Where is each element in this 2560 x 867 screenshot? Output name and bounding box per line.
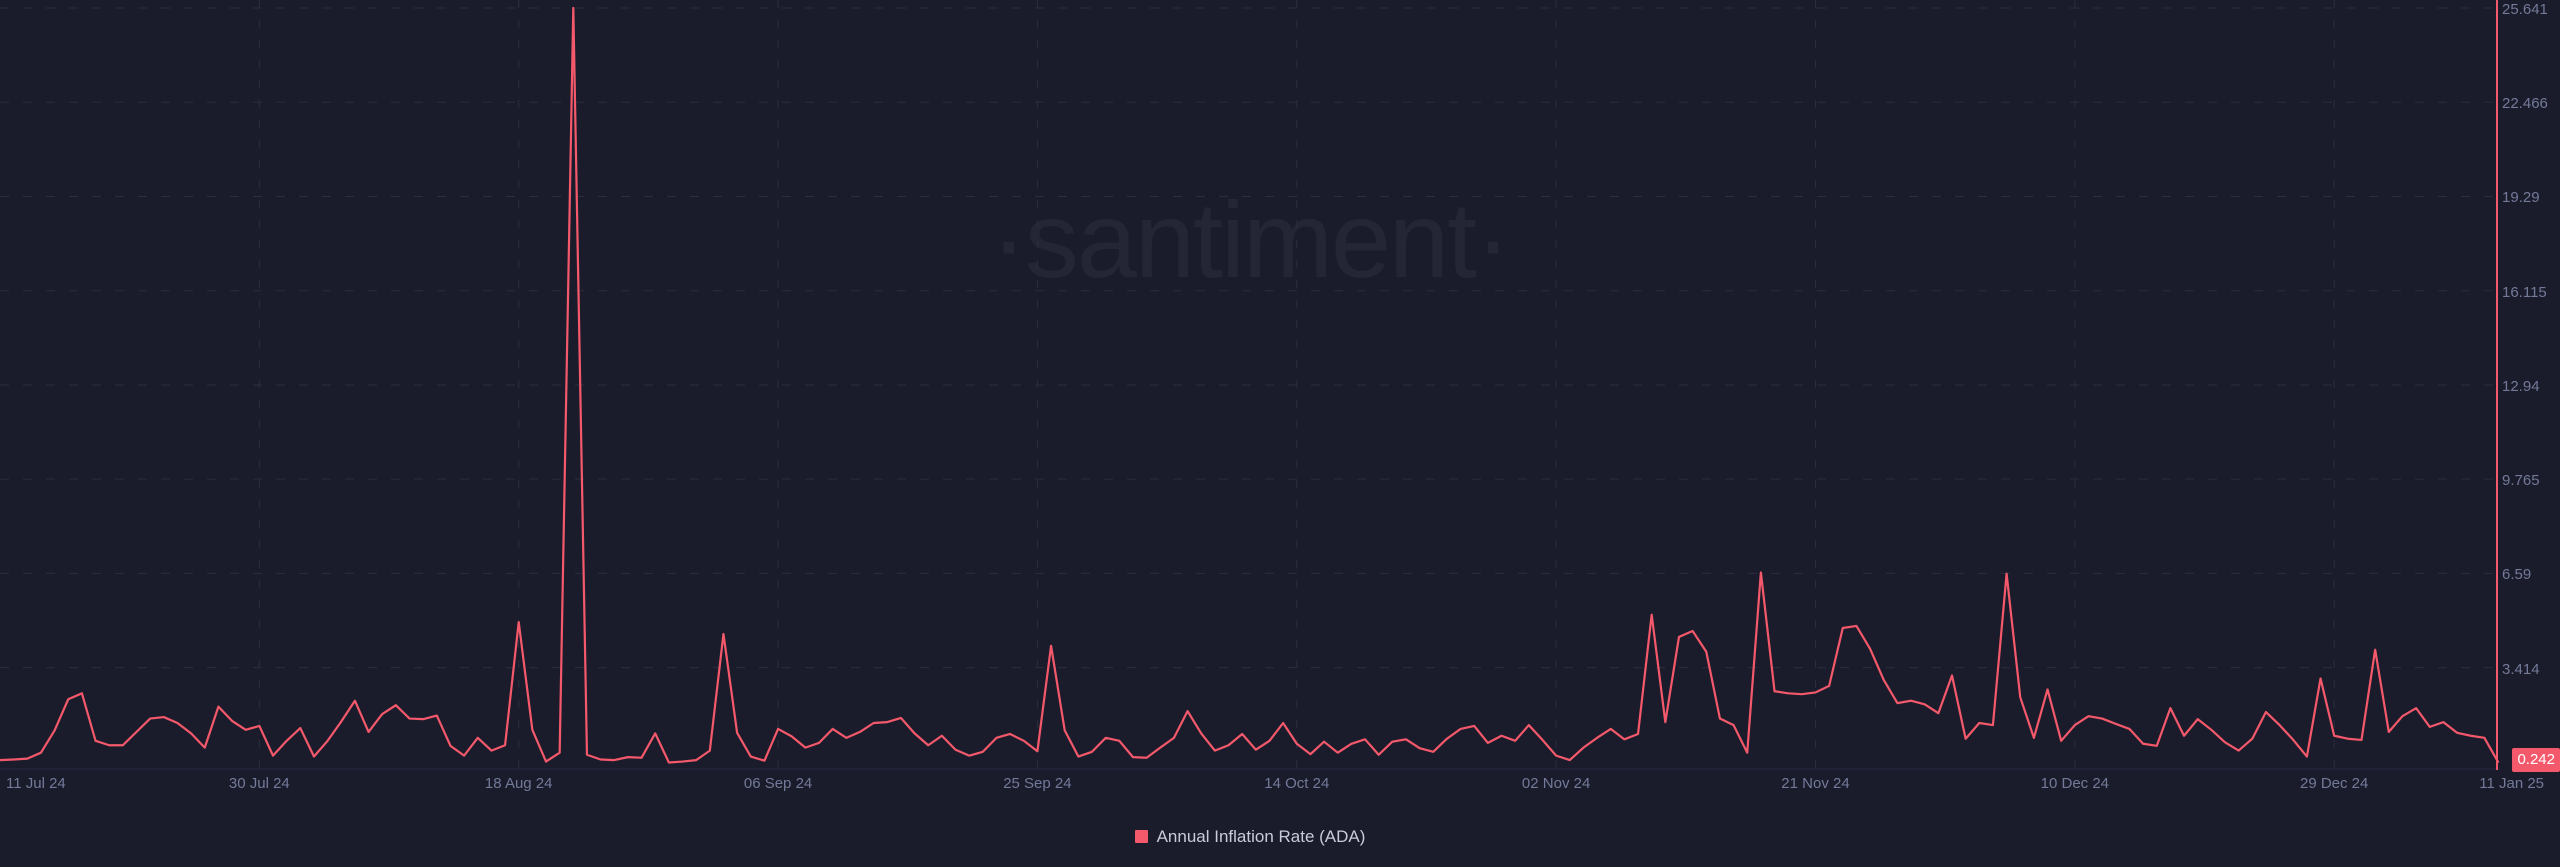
x-axis-tick-label: 02 Nov 24 bbox=[1521, 775, 1591, 792]
chart-legend[interactable]: Annual Inflation Rate (ADA) bbox=[0, 828, 2560, 845]
chart-page: ·santiment· 25.641 22.466 19.29 16.115 12.94… bbox=[0, 0, 2560, 867]
y-axis-tick-label: 22.466 bbox=[2502, 95, 2548, 113]
x-axis-tick-label: 06 Sep 24 bbox=[743, 775, 813, 792]
line-chart-svg[interactable] bbox=[0, 0, 2500, 770]
y-axis-tick-label: 6.59 bbox=[2502, 566, 2532, 584]
y-axis-tick-label: 9.765 bbox=[2502, 472, 2540, 490]
x-axis: 11 Jul 24 30 Jul 24 18 Aug 24 06 Sep 24 25 S… bbox=[0, 770, 2544, 800]
x-axis-tick-label: 25 Sep 24 bbox=[1003, 775, 1072, 792]
y-axis: 25.641 22.466 19.29 16.115 12.94 9.765 6.59 3.4… bbox=[2498, 0, 2560, 770]
x-axis-tick-label: 30 Jul 24 bbox=[228, 775, 290, 792]
x-axis-tick-label: 14 Oct 24 bbox=[1264, 775, 1330, 792]
legend-swatch-icon bbox=[1134, 830, 1148, 843]
y-axis-tick-label: 3.414 bbox=[2502, 660, 2540, 678]
x-axis-tick-label: 11 Jul 24 bbox=[6, 775, 66, 792]
y-axis-tick-label: 25.641 bbox=[2502, 1, 2548, 18]
y-axis-tick-label: 19.29 bbox=[2502, 189, 2540, 207]
x-axis-tick-label: 21 Nov 24 bbox=[1781, 775, 1850, 792]
last-value-badge: 0.242 bbox=[2512, 748, 2560, 772]
gridlines-group bbox=[0, 7, 2500, 770]
legend-item-label[interactable]: Annual Inflation Rate (ADA) bbox=[1157, 828, 1366, 845]
x-axis-tick-label: 10 Dec 24 bbox=[2040, 775, 2110, 792]
y-axis-tick-label: 12.94 bbox=[2502, 377, 2540, 395]
y-axis-tick-label: 16.115 bbox=[2502, 283, 2547, 301]
x-axis-tick-label: 18 Aug 24 bbox=[484, 775, 553, 792]
chart-plot-area[interactable] bbox=[0, 0, 2500, 770]
x-axis-tick-label: 11 Jan 25 bbox=[2479, 775, 2545, 792]
x-axis-tick-label: 29 Dec 24 bbox=[2299, 775, 2369, 792]
